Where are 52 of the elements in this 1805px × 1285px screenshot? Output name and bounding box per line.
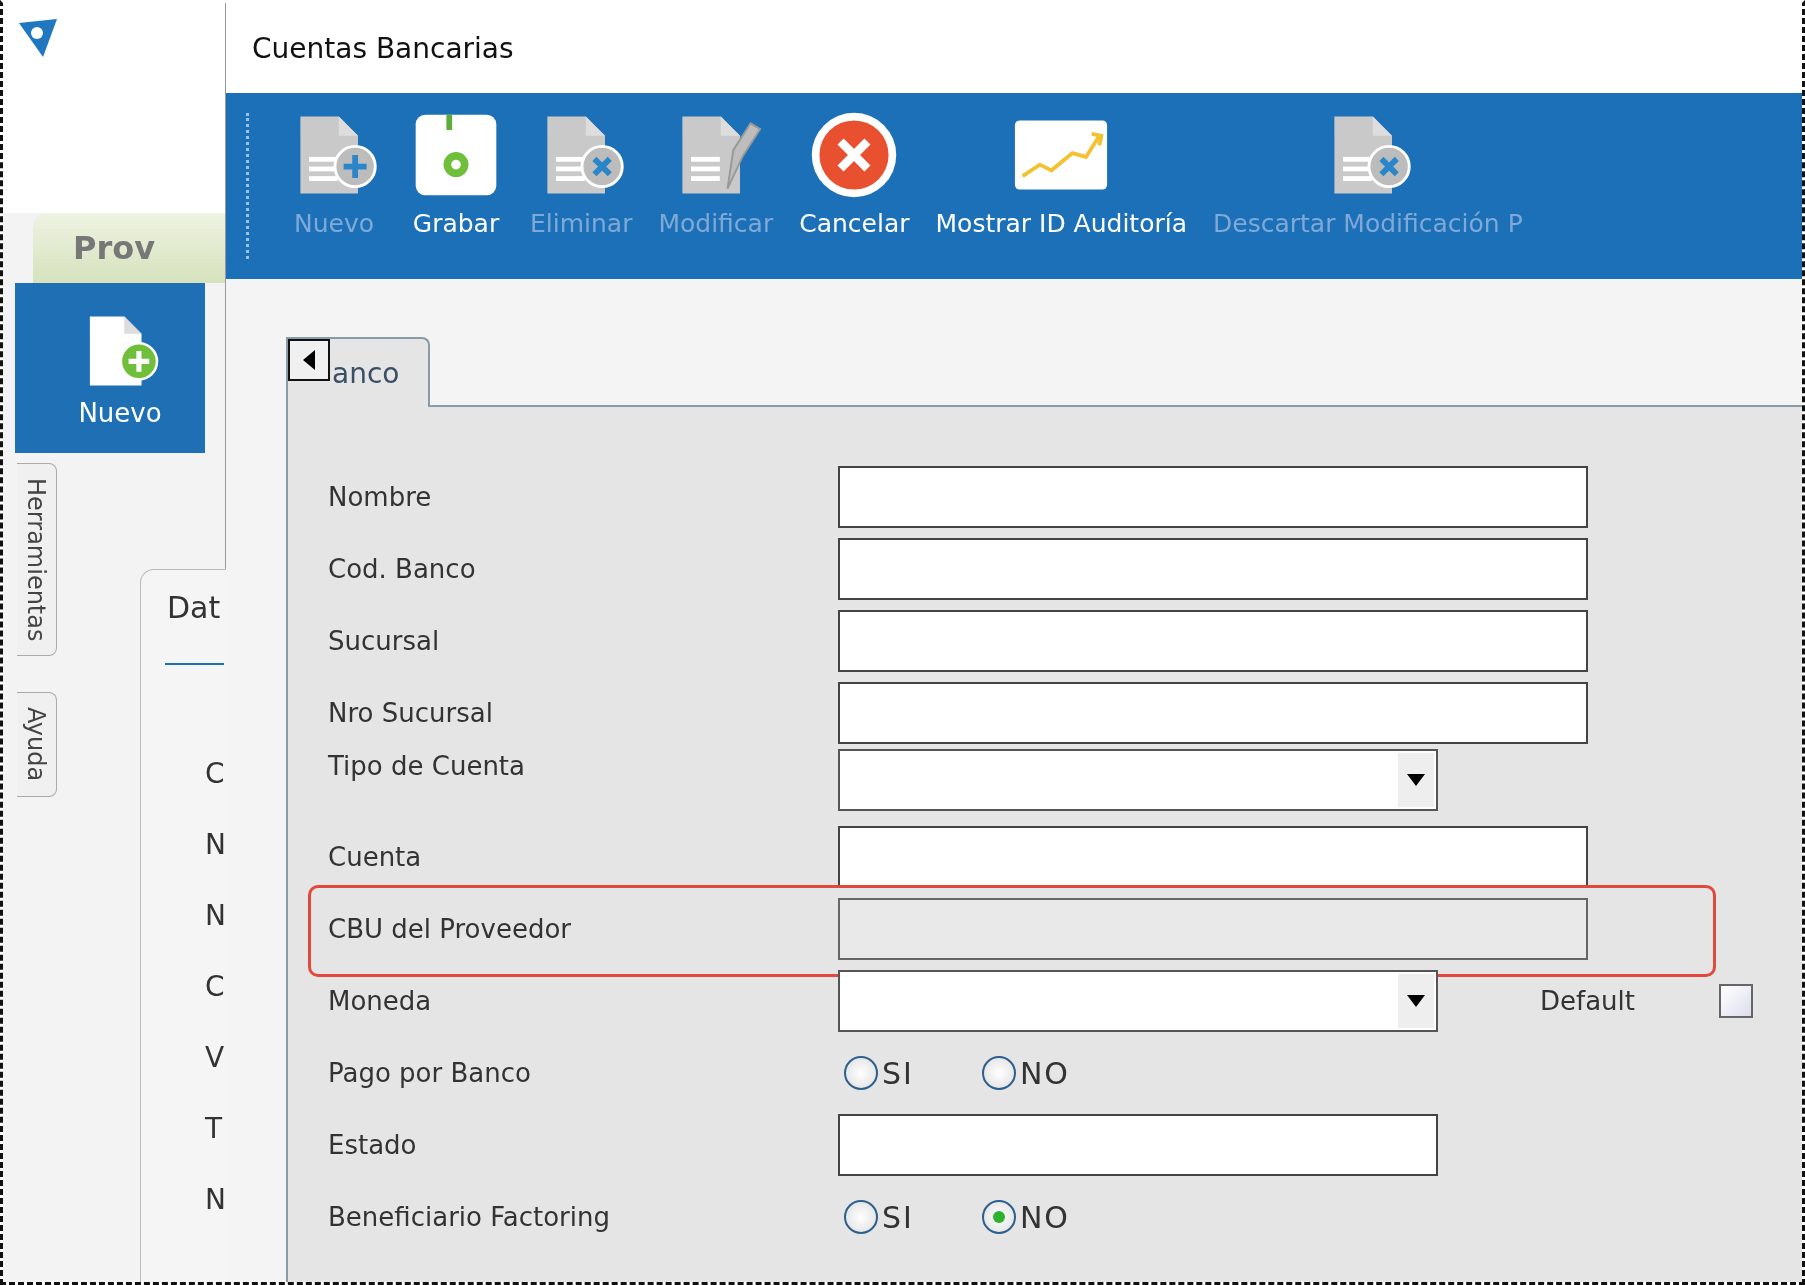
radio-label: SI	[882, 1055, 914, 1091]
radio-label: NO	[1019, 1199, 1070, 1235]
radio-button[interactable]	[844, 1056, 878, 1090]
radio-button[interactable]	[981, 1056, 1016, 1090]
toolbar-button-label[interactable]: Nuevo	[78, 398, 162, 428]
checkbox-label: Default	[1540, 986, 1635, 1016]
side-tab[interactable]: Herramientas	[17, 463, 57, 657]
dropdown-field[interactable]	[838, 970, 1438, 1032]
radio-button[interactable]	[844, 1200, 878, 1234]
field-label: C	[205, 756, 226, 792]
text-field[interactable]	[838, 826, 1588, 888]
field-label: Sucursal	[328, 626, 441, 656]
field-label: Tipo de Cuenta	[328, 751, 526, 781]
field-label: V	[205, 1040, 226, 1076]
field-label: Pago por Banco	[328, 1058, 532, 1088]
text-field[interactable]	[838, 1114, 1438, 1176]
dropdown-button[interactable]	[1398, 753, 1434, 807]
field-label: Beneficiario Factoring	[328, 1202, 611, 1232]
field-label: Cuenta	[328, 842, 423, 872]
text-field[interactable]	[838, 538, 1588, 600]
toolbar-button[interactable]: Cancelar	[799, 107, 910, 238]
text-field[interactable]	[838, 610, 1588, 672]
field-label: T	[205, 1111, 224, 1147]
radio-button[interactable]	[981, 1200, 1016, 1234]
field-label: Moneda	[328, 986, 433, 1016]
dropdown-field[interactable]	[838, 749, 1438, 811]
checkbox[interactable]	[1719, 984, 1753, 1018]
radio-label: SI	[882, 1199, 914, 1235]
window-title: Cuentas Bancarias	[226, 3, 1802, 93]
field-label: N	[205, 827, 226, 863]
field-label: C	[205, 969, 226, 1005]
field-label: CBU del Proveedor	[328, 914, 572, 944]
text-field[interactable]	[838, 466, 1588, 528]
scroll-left-button[interactable]	[288, 339, 330, 381]
caret-icon	[303, 350, 315, 370]
field-label: N	[205, 1182, 226, 1218]
field-label: Estado	[328, 1130, 418, 1160]
field-label: Nro Sucursal	[328, 698, 494, 728]
field-label: Cod. Banco	[328, 554, 477, 584]
tab[interactable]: anco	[286, 337, 430, 407]
caret-icon	[1407, 995, 1425, 1007]
dropdown-button[interactable]	[1398, 974, 1434, 1028]
field-label: N	[205, 898, 226, 934]
radio-label: NO	[1019, 1055, 1070, 1091]
field-label: Nombre	[328, 482, 433, 512]
panel-tab[interactable]: Dat	[167, 590, 226, 625]
toolbar-button[interactable]: Grabar	[408, 107, 504, 238]
toolbar-button[interactable]: Mostrar ID Auditoría	[935, 107, 1187, 238]
text-field[interactable]	[838, 682, 1588, 744]
caret-icon	[1407, 774, 1425, 786]
module-tab[interactable]: Prov	[33, 213, 225, 283]
side-tab[interactable]: Ayuda	[17, 692, 57, 797]
